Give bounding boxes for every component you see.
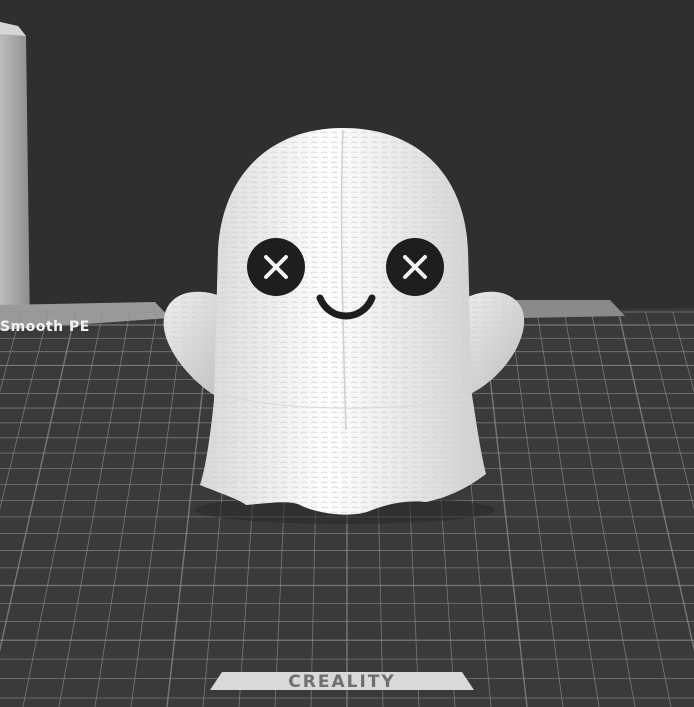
scene-canvas[interactable]: Smooth PE CREALITY [0,0,694,707]
build-volume-wall [0,22,30,330]
bed-brand-badge: CREALITY [210,672,474,692]
3d-viewport[interactable]: Smooth PE CREALITY [0,0,694,707]
bed-plate-label: Smooth PE [0,319,90,335]
ghost-body [200,128,486,515]
ghost-right-eye [386,238,444,296]
bed-edge-right [510,300,625,318]
bed-brand-label: CREALITY [288,672,395,692]
ghost-left-eye [247,238,305,296]
